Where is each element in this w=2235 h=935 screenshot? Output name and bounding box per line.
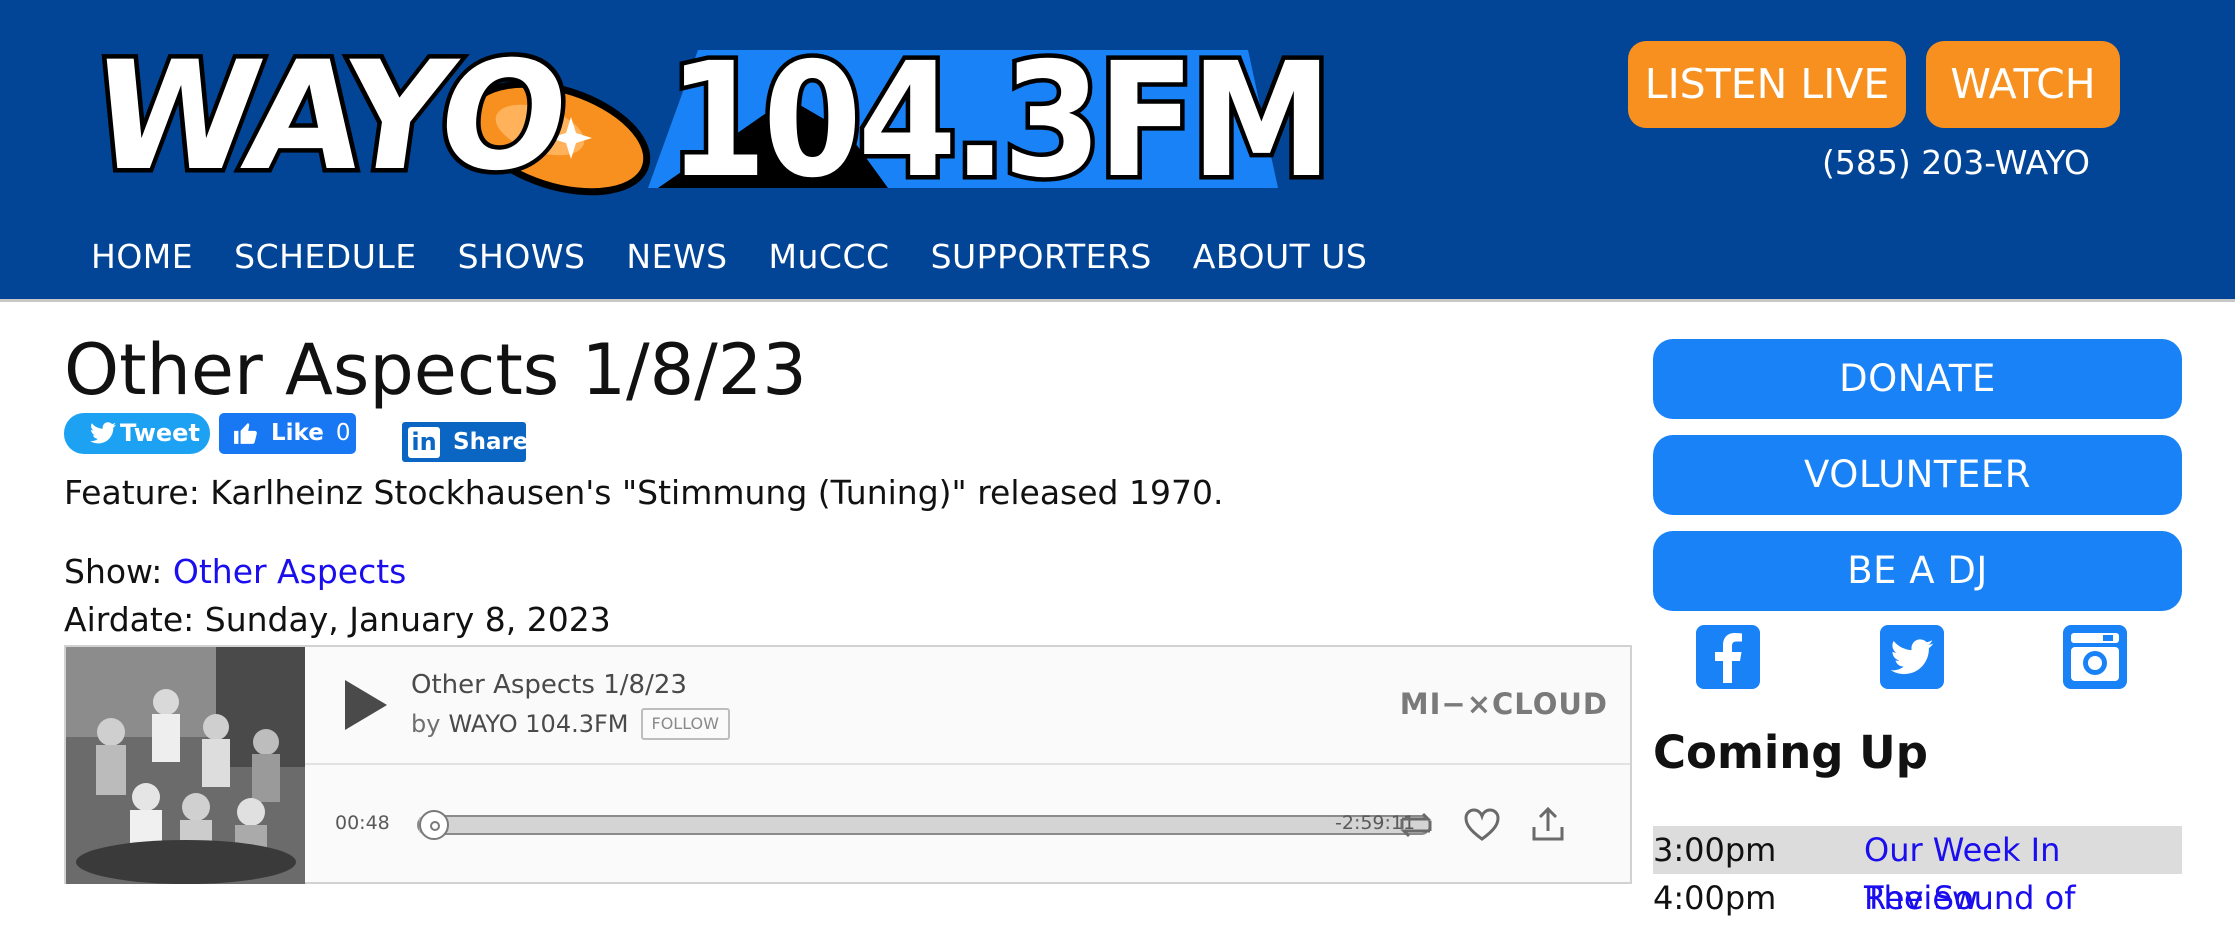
- site-logo[interactable]: WAYO 104.3FM: [77, 26, 1336, 209]
- mixcloud-logo[interactable]: MI−×CLOUD: [1400, 687, 1608, 721]
- tweet-label: Tweet: [120, 419, 200, 447]
- nav-item-muccc[interactable]: MuCCC: [769, 232, 890, 282]
- nav-item-home[interactable]: HOME: [91, 232, 193, 282]
- twitter-icon[interactable]: [1880, 625, 1944, 689]
- repost-icon[interactable]: [1396, 805, 1436, 845]
- track-byline: by WAYO 104.3FM FOLLOW: [411, 707, 730, 741]
- main-nav: HOME SCHEDULE SHOWS NEWS MuCCC SUPPORTER…: [91, 232, 1408, 282]
- tweet-button[interactable]: Tweet: [64, 413, 210, 454]
- logo-frequency: 104.3FM: [663, 29, 1336, 213]
- like-count: 0: [335, 420, 351, 446]
- airdate: Airdate: Sunday, January 8, 2023: [64, 600, 611, 639]
- nav-item-supporters[interactable]: SUPPORTERS: [931, 232, 1152, 282]
- linkedin-share-button[interactable]: in Share: [402, 422, 529, 462]
- schedule-time: 3:00pm: [1653, 831, 1777, 869]
- twitter-bird-icon: [90, 422, 116, 444]
- nav-item-news[interactable]: NEWS: [626, 232, 727, 282]
- volunteer-button[interactable]: VOLUNTEER: [1653, 435, 2182, 515]
- play-icon[interactable]: [335, 675, 395, 735]
- time-elapsed: 00:48: [335, 812, 390, 834]
- linkedin-icon: in: [408, 427, 440, 458]
- player-controls: 00:48 -2:59:11: [305, 767, 1630, 884]
- nav-item-shows[interactable]: SHOWS: [458, 232, 586, 282]
- player-header: Other Aspects 1/8/23 by WAYO 104.3FM FOLLO…: [305, 647, 1630, 765]
- follow-button[interactable]: FOLLOW: [640, 708, 730, 740]
- donate-button[interactable]: DONATE: [1653, 339, 2182, 419]
- watch-button[interactable]: WATCH: [1926, 41, 2120, 128]
- thumbs-up-icon: [234, 423, 257, 444]
- schedule-time: 4:00pm: [1653, 879, 1777, 917]
- show-line: Show: Other Aspects: [64, 550, 406, 594]
- share-icon[interactable]: [1528, 805, 1568, 845]
- progress-knob[interactable]: [419, 810, 449, 840]
- nav-item-schedule[interactable]: SCHEDULE: [234, 232, 416, 282]
- listen-live-button[interactable]: LISTEN LIVE: [1628, 41, 1906, 128]
- nav-item-about-us[interactable]: ABOUT US: [1193, 232, 1368, 282]
- by-prefix: by: [411, 710, 441, 738]
- like-label: Like: [271, 420, 324, 446]
- show-link[interactable]: Other Aspects: [173, 552, 406, 591]
- artist-link[interactable]: WAYO 104.3FM: [448, 710, 628, 738]
- progress-bar[interactable]: [417, 815, 1431, 835]
- phone-number: (585) 203-WAYO: [1822, 143, 2090, 182]
- linkedin-share-label: Share: [453, 429, 529, 455]
- album-photo: [66, 647, 305, 884]
- schedule-row: 3:00pm Our Week In Review: [1653, 826, 2182, 917]
- be-a-dj-button[interactable]: BE A DJ: [1653, 531, 2182, 611]
- facebook-icon[interactable]: [1696, 625, 1760, 689]
- page-title: Other Aspects 1/8/23: [64, 329, 807, 411]
- facebook-like-button[interactable]: Like 0: [219, 413, 356, 454]
- feature-text: Feature: Karlheinz Stockhausen's "Stimmu…: [64, 473, 1224, 512]
- instagram-icon[interactable]: [2063, 625, 2127, 689]
- schedule-row: 4:00pm The Sound of: [1653, 874, 2182, 922]
- track-title[interactable]: Other Aspects 1/8/23: [411, 667, 687, 703]
- heart-icon[interactable]: [1462, 805, 1502, 845]
- site-header: WAYO 104.3FM LISTEN LIVE WATCH (585) 203…: [0, 0, 2235, 302]
- logo-wordmark: WAYO: [77, 26, 578, 209]
- album-art: [66, 647, 305, 884]
- coming-up-heading: Coming Up: [1653, 726, 1928, 779]
- show-prefix: Show:: [64, 552, 173, 591]
- schedule-show-link[interactable]: The Sound of: [1864, 874, 2075, 922]
- mixcloud-player: Other Aspects 1/8/23 by WAYO 104.3FM FOLLO…: [64, 645, 1632, 884]
